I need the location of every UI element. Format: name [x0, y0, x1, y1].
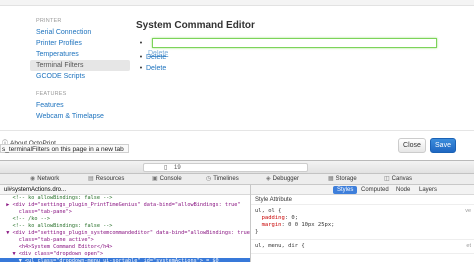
page-title: System Command Editor — [136, 20, 255, 31]
dom-node-line[interactable]: class="tab-pane active"> — [0, 237, 250, 244]
inspector-tab-strip: ◉ Network ▤ Resources ▣ Console ◷ Timelines … — [0, 174, 474, 185]
sidebar-heading-features: FEATURES — [36, 91, 67, 97]
css-rule-close: } — [255, 229, 259, 235]
rule-source-link[interactable]: ve — [465, 208, 471, 214]
list-item: • Delete — [136, 54, 166, 61]
breadcrumb-item[interactable]: ul#systemActions.dro... — [4, 187, 66, 193]
network-icon: ◉ — [30, 176, 36, 182]
dom-node-line[interactable]: ▼ <div class="dropdown open"> — [0, 251, 250, 258]
tab-console[interactable]: ▣ Console — [152, 174, 182, 184]
console-icon: ▣ — [152, 176, 158, 182]
dom-node-line[interactable]: ▼ <ul class="dropdown-menu ui-sortable" … — [0, 258, 250, 262]
settings-dialog: PRINTER Serial Connection Printer Profil… — [0, 0, 474, 160]
css-declaration[interactable]: padding: 0; — [251, 215, 474, 222]
css-rule: ul, ol { padding: 0; margin: 0 0 10px 25… — [251, 205, 474, 240]
tab-label: Timelines — [213, 176, 239, 182]
tab-canvas[interactable]: ◫ Canvas — [384, 174, 412, 184]
css-selector: ul, ol { — [255, 208, 282, 214]
tab-label: Console — [159, 176, 182, 182]
delete-link[interactable]: Delete — [146, 54, 166, 61]
list-bullet: • — [139, 54, 143, 61]
dom-tree: <!-- ko allowBindings: false --> ▶ <div … — [0, 195, 250, 262]
command-input[interactable] — [152, 38, 437, 48]
dom-node-line[interactable]: <!-- /ko --> — [0, 216, 250, 223]
sidebar-item-features[interactable]: Features — [30, 100, 130, 111]
dom-node-line[interactable]: <!-- ko allowBindings: false --> — [0, 195, 250, 202]
breadcrumb: ul#systemActions.dro... — [0, 185, 250, 195]
tab-label: Storage — [335, 176, 357, 182]
css-selector: ul, menu, dir { — [255, 243, 305, 249]
tab-network[interactable]: ◉ Network — [30, 174, 59, 184]
delete-link[interactable]: Delete — [146, 65, 166, 72]
action-list: Delete • Delete • Delete — [136, 50, 456, 80]
style-attribute-label: Style Attribute — [251, 195, 474, 205]
tab-computed[interactable]: Computed — [361, 185, 389, 195]
editor-content: System Command Editor • Delete • Delete •… — [136, 20, 456, 80]
sidebar-item-terminal-filters[interactable]: Terminal Filters — [30, 60, 130, 71]
sidebar-item-temperatures[interactable]: Temperatures — [30, 49, 130, 60]
dom-node-line[interactable]: class="tab-pane"> — [0, 209, 250, 216]
canvas-icon: ◫ — [384, 176, 390, 182]
css-declaration[interactable]: margin: 0 0 10px 25px; — [251, 222, 474, 229]
debugger-icon: ◈ — [266, 176, 271, 182]
sidebar-item-gcode-scripts[interactable]: GCODE Scripts — [30, 71, 130, 82]
tab-resources[interactable]: ▤ Resources — [88, 174, 124, 184]
dom-node-line[interactable]: <!-- ko allowBindings: false --> — [0, 223, 250, 230]
list-bullet: • — [139, 65, 143, 72]
storage-icon: ▦ — [328, 176, 334, 182]
dom-node-line[interactable]: ▶ <div id="settings_plugin_PrintTimeGeni… — [0, 202, 250, 209]
tab-styles[interactable]: Styles — [333, 186, 358, 194]
tab-label: Resources — [95, 176, 125, 182]
tab-label: Debugger — [272, 176, 299, 182]
save-button[interactable]: Save — [430, 138, 456, 153]
tab-timelines[interactable]: ◷ Timelines — [206, 174, 239, 184]
styles-sidebar: Styles Computed Node Layers Style Attrib… — [250, 185, 474, 262]
tab-label: Canvas — [391, 176, 413, 182]
command-row: • — [136, 37, 456, 49]
settings-sidebar: PRINTER Serial Connection Printer Profil… — [30, 16, 130, 122]
inspector-toolbar: ▯ 19 — [0, 161, 474, 174]
tab-layers[interactable]: Layers — [419, 185, 437, 195]
inspector-activity-field: ▯ 19 — [143, 163, 308, 172]
tab-label: Network — [37, 176, 60, 182]
sidebar-item-printer-profiles[interactable]: Printer Profiles — [30, 38, 130, 49]
document-icon: ▯ — [164, 165, 168, 171]
tab-node[interactable]: Node — [396, 185, 410, 195]
timelines-icon: ◷ — [206, 176, 212, 182]
sidebar-tabs: Styles Computed Node Layers — [251, 185, 474, 195]
tab-storage[interactable]: ▦ Storage — [328, 174, 357, 184]
dom-node-line[interactable]: <h4>System Command Editor</h4> — [0, 244, 250, 251]
list-bullet: • — [139, 39, 143, 47]
sidebar-item-serial-connection[interactable]: Serial Connection — [30, 27, 130, 38]
sidebar-item-webcam-timelapse[interactable]: Webcam & Timelapse — [30, 111, 130, 122]
resource-count: 19 — [174, 165, 181, 171]
tab-debugger[interactable]: ◈ Debugger — [266, 174, 299, 184]
resources-icon: ▤ — [88, 176, 94, 182]
css-rule: ul, menu, dir { et — [251, 240, 474, 254]
sidebar-heading-printer: PRINTER — [36, 18, 62, 24]
rule-source-link[interactable]: et — [466, 243, 471, 249]
close-button[interactable]: Close — [398, 138, 426, 153]
dialog-top-strip — [0, 0, 474, 6]
link-tooltip: s_terminalFilters on this page in a new … — [0, 144, 129, 153]
list-item: • Delete — [136, 65, 166, 72]
dom-node-line[interactable]: ▼ <div id="settings_plugin_systemcommand… — [0, 230, 250, 237]
web-inspector: ▯ 19 ◉ Network ▤ Resources ▣ Console ◷ Timel… — [0, 160, 474, 262]
css-rules: ul, ol { padding: 0; margin: 0 0 10px 25… — [251, 205, 474, 254]
